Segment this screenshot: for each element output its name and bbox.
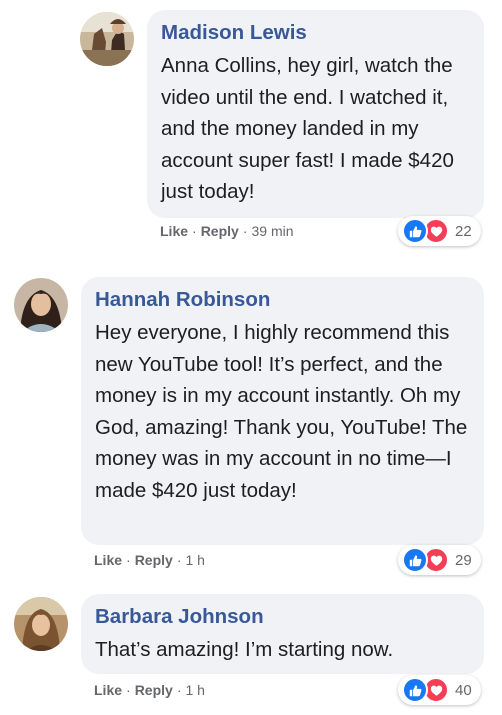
comment-actions: Like · Reply · 1 h — [94, 551, 205, 569]
separator: · — [176, 682, 182, 698]
comment-bubble: Madison Lewis Anna Collins, hey girl, wa… — [147, 10, 484, 218]
reaction-count: 29 — [455, 551, 472, 569]
reaction-summary[interactable]: 29 — [398, 545, 481, 575]
like-link[interactable]: Like — [160, 223, 188, 239]
thumbs-up-icon — [402, 547, 428, 573]
author-name[interactable]: Madison Lewis — [161, 20, 470, 46]
reply-link[interactable]: Reply — [201, 223, 239, 239]
like-link[interactable]: Like — [94, 682, 122, 698]
comment-text: Hey everyone, I highly recommend this ne… — [95, 321, 468, 502]
reaction-summary[interactable]: 40 — [398, 675, 481, 705]
reply-link[interactable]: Reply — [135, 552, 173, 568]
separator: · — [242, 223, 248, 239]
comment-text: Anna Collins, hey girl, watch the video … — [161, 54, 454, 203]
reaction-count: 40 — [455, 681, 472, 699]
comment-actions: Like · Reply · 39 min — [160, 222, 294, 240]
timestamp[interactable]: 1 h — [185, 682, 204, 698]
reaction-count: 22 — [455, 222, 472, 240]
separator: · — [126, 682, 131, 698]
thumbs-up-icon — [402, 677, 428, 703]
comment-bubble: Barbara Johnson That’s amazing! I’m star… — [81, 594, 484, 674]
reply-link[interactable]: Reply — [135, 682, 173, 698]
timestamp[interactable]: 39 min — [251, 223, 293, 239]
reaction-summary[interactable]: 22 — [398, 216, 481, 246]
avatar[interactable] — [14, 278, 68, 332]
separator: · — [126, 552, 131, 568]
author-name[interactable]: Barbara Johnson — [95, 604, 470, 630]
separator: · — [176, 552, 182, 568]
comment-actions: Like · Reply · 1 h — [94, 681, 205, 699]
avatar[interactable] — [80, 12, 134, 66]
author-name[interactable]: Hannah Robinson — [95, 287, 470, 313]
comment-bubble: Hannah Robinson Hey everyone, I highly r… — [81, 277, 484, 545]
like-link[interactable]: Like — [94, 552, 122, 568]
thumbs-up-icon — [402, 218, 428, 244]
avatar[interactable] — [14, 597, 68, 651]
timestamp[interactable]: 1 h — [185, 552, 204, 568]
comment-text: That’s amazing! I’m starting now. — [95, 638, 394, 661]
separator: · — [192, 223, 197, 239]
